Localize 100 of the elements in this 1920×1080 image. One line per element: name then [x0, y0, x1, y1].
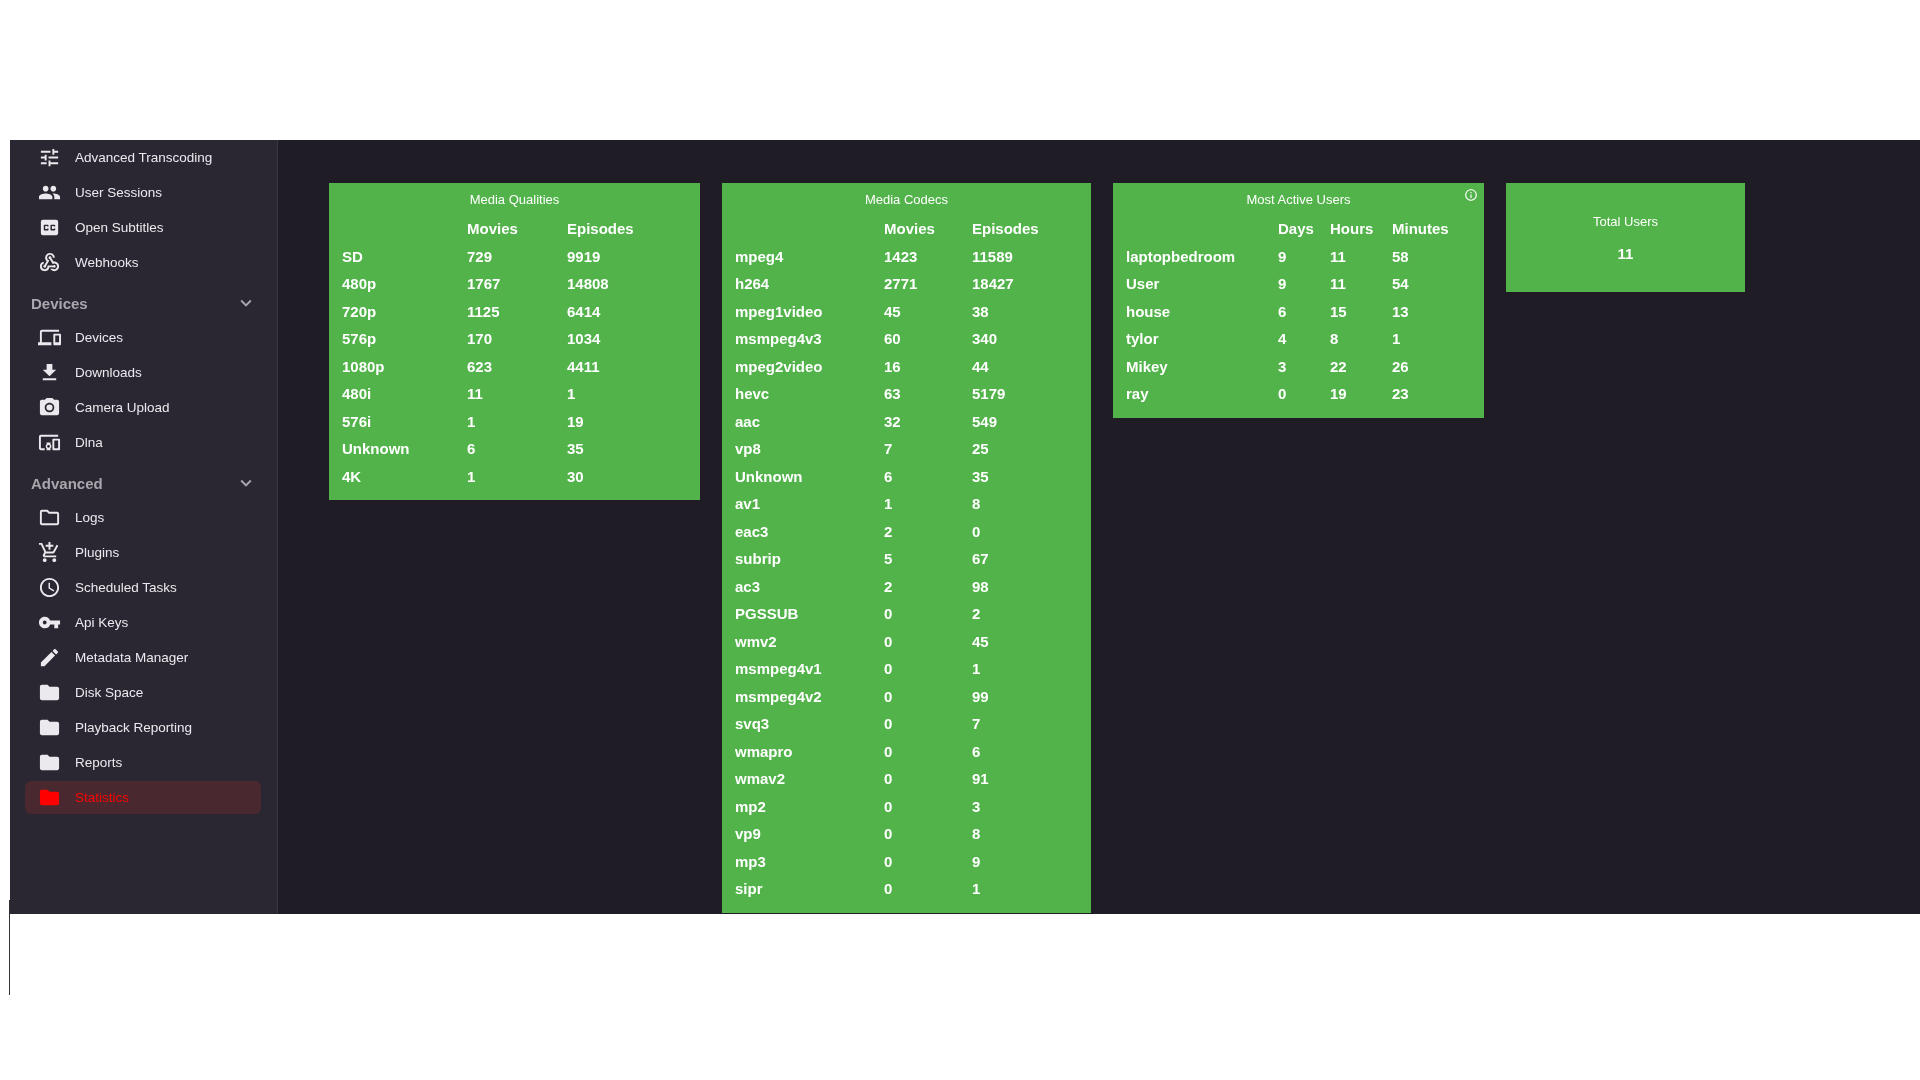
sidebar-item[interactable]: Downloads — [25, 356, 261, 389]
table-cell-text: 3 — [1278, 356, 1288, 377]
sidebar-item[interactable]: Metadata Manager — [25, 641, 261, 674]
sidebar-item[interactable]: Plugins — [25, 536, 261, 569]
table-cell-text: 0 — [884, 631, 894, 652]
sliders-icon — [38, 146, 61, 169]
table-cell-text: 0 — [884, 659, 894, 679]
table-cell-text: PGSSUB — [735, 604, 800, 624]
column-header: Movies — [884, 219, 936, 239]
table-cell-text: 4411 — [567, 356, 601, 377]
table-cell-text: 1 — [467, 411, 477, 432]
table-cell-text: 0 — [884, 769, 894, 789]
table-cell-text: 8 — [972, 824, 982, 844]
sidebar-item[interactable]: Scheduled Tasks — [25, 571, 261, 604]
table-cell-text: subrip — [735, 549, 782, 569]
table-cell-text: wmapro — [735, 741, 794, 762]
table-cell-text: 0 — [1278, 384, 1288, 404]
table-cell-text: 11 — [1330, 274, 1347, 294]
table-cell-text: 1423 — [884, 246, 919, 267]
table-cell-text: vp9 — [735, 824, 762, 844]
table-cell-text: mp3 — [735, 851, 767, 872]
table-cell-text: 13 — [1392, 301, 1410, 322]
table-cell-text: svq3 — [735, 714, 771, 734]
table-cell-text: 99 — [972, 686, 990, 707]
table-cell-text: 54 — [1392, 274, 1410, 294]
table-cell-text: 5179 — [972, 384, 1007, 404]
table-cell-text: h264 — [735, 274, 771, 294]
column-header: Minutes — [1392, 219, 1450, 239]
table-cell-text: msmpeg4v3 — [735, 329, 823, 349]
table-cell-text: 623 — [467, 356, 494, 377]
table-cell-text: 44 — [972, 356, 990, 377]
sidebar-item[interactable]: Reports — [25, 746, 261, 779]
table-cell-text: 5 — [884, 549, 894, 569]
table-cell-text: hevc — [735, 384, 771, 404]
table-cell-text: SD — [342, 246, 364, 267]
table-cell-text: 19 — [1330, 384, 1348, 404]
sidebar-item[interactable]: Devices — [25, 321, 261, 354]
table-cell-text: 91 — [972, 769, 990, 789]
column-header: Episodes — [972, 219, 1040, 239]
table-cell-text: 6 — [972, 741, 982, 762]
table-cell-text: 576i — [342, 411, 373, 432]
sidebar-item[interactable]: Playback Reporting — [25, 711, 261, 744]
column-header: Hours — [1330, 219, 1375, 239]
sidebar-item[interactable]: Advanced Transcoding — [25, 141, 261, 174]
table-cell-text: 170 — [467, 329, 494, 349]
card-title: Media Codecs — [863, 191, 950, 209]
table-cell-text: 729 — [467, 246, 494, 267]
column-header: Movies — [467, 219, 519, 239]
sidebar-item[interactable]: Api Keys — [25, 606, 261, 639]
table-cell-text: 63 — [884, 384, 902, 404]
stat-value: 11 — [1617, 245, 1634, 262]
table-cell-text: 22 — [1330, 356, 1348, 377]
table-cell-text: 30 — [567, 466, 585, 487]
table-cell-text: 7 — [972, 714, 982, 734]
table-cell-text: 35 — [972, 466, 990, 487]
table-cell-text: 1 — [467, 466, 477, 487]
table-cell-text: Mikey — [1126, 356, 1169, 377]
table-cell-text: 6 — [467, 439, 477, 459]
table-cell-text: 67 — [972, 549, 990, 569]
table-cell-text: 0 — [884, 796, 894, 817]
sidebar-item[interactable]: Disk Space — [25, 676, 261, 709]
table-cell-text: house — [1126, 301, 1172, 322]
table-cell-text: 18427 — [972, 274, 1015, 294]
table-cell-text: 340 — [972, 329, 999, 349]
table-cell-text: 549 — [972, 411, 999, 432]
table-cell-text: 0 — [884, 604, 894, 624]
sidebar-item[interactable]: Open Subtitles — [25, 211, 261, 244]
table-cell-text: 1 — [567, 384, 577, 404]
table-cell-text: laptopbedroom — [1126, 246, 1237, 267]
cart-icon — [38, 541, 61, 564]
table-cell-text: vp8 — [735, 439, 762, 459]
info-icon[interactable] — [1464, 188, 1478, 202]
table-cell-text: 6 — [884, 466, 894, 487]
table-cell-text: 8 — [1330, 329, 1340, 349]
clock-icon — [38, 576, 61, 599]
table-cell-text: 45 — [884, 301, 902, 322]
sidebar-item[interactable]: Webhooks — [25, 246, 261, 279]
table-cell-text: 58 — [1392, 246, 1410, 267]
table-cell-text: 9919 — [567, 246, 602, 267]
table-cell-text: 15 — [1330, 301, 1348, 322]
sidebar-item[interactable]: Camera Upload — [25, 391, 261, 424]
table-cell-text: 0 — [884, 714, 894, 734]
pencil-icon — [38, 646, 61, 669]
table-cell-text: 7 — [884, 439, 894, 459]
column-header: Episodes — [567, 219, 635, 239]
column-header: Days — [1278, 219, 1315, 239]
table-cell-text: 38 — [972, 301, 990, 322]
table-cell-text: 1 — [884, 494, 894, 514]
table-cell-text: 25 — [972, 439, 990, 459]
table-cell-text: 0 — [884, 686, 894, 707]
table-cell-text: 16 — [884, 356, 902, 377]
table-cell-text: 8 — [972, 494, 982, 514]
sidebar-item[interactable]: User Sessions — [25, 176, 261, 209]
table-cell-text: mpeg2video — [735, 356, 824, 377]
sidebar-item[interactable]: Logs — [25, 501, 261, 534]
table-cell-text: av1 — [735, 494, 762, 514]
table-cell-text: msmpeg4v2 — [735, 686, 823, 707]
sidebar-item[interactable]: Dlna — [25, 426, 261, 459]
table-cell-text: sipr — [735, 879, 764, 899]
table-cell-text: 35 — [567, 439, 585, 459]
